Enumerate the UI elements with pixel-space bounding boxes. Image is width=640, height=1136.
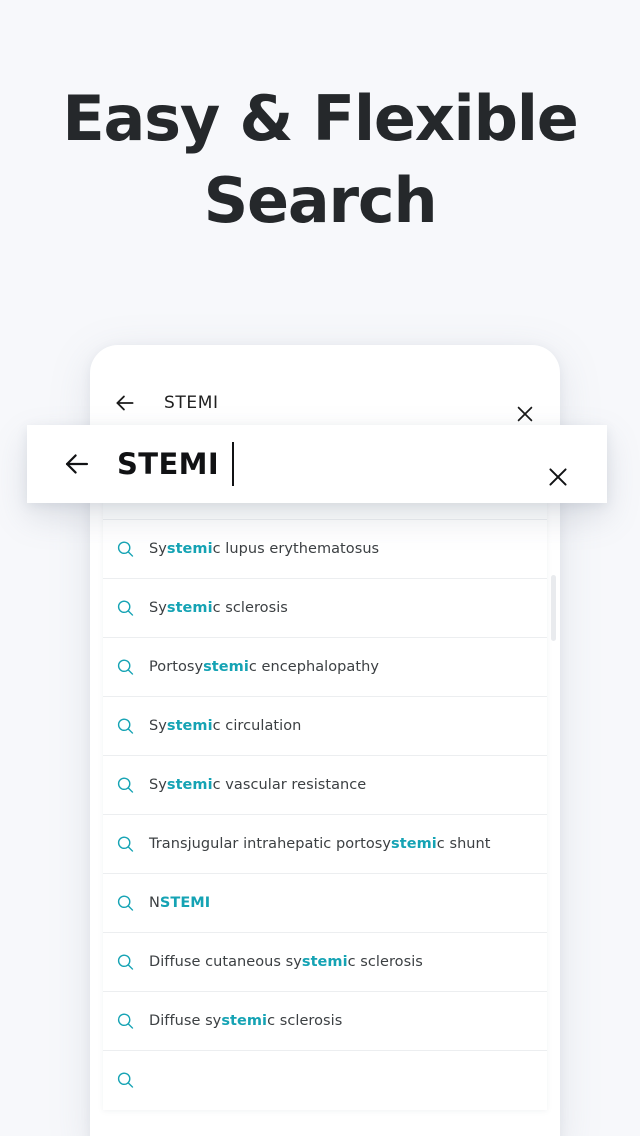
suggestions-list: STEMI Systemic lupus erythematosus Systemi… (103, 461, 547, 1110)
search-icon (117, 717, 134, 734)
suggestion-match-highlight: stemi (166, 777, 213, 793)
search-icon (117, 658, 134, 675)
suggestion-row[interactable]: Systemic lupus erythematosus (103, 520, 547, 579)
suggestion-row[interactable]: Transjugular intrahepatic portosystemic … (103, 815, 547, 874)
suggestion-label: NSTEMI (149, 895, 211, 911)
suggestion-row[interactable]: Systemic circulation (103, 697, 547, 756)
search-icon (117, 776, 134, 793)
suggestion-row[interactable]: Systemic vascular resistance (103, 756, 547, 815)
suggestion-label: Transjugular intrahepatic portosystemic … (149, 836, 491, 852)
suggestion-match-highlight: stemi (203, 659, 249, 675)
text-cursor (232, 442, 235, 486)
search-icon (117, 1072, 134, 1088)
headline-line-2: Search (203, 164, 438, 238)
suggestion-row[interactable]: Portosystemic encephalopathy (103, 638, 547, 697)
suggestion-label: Diffuse cutaneous systemic sclerosis (149, 954, 423, 970)
arrow-left-icon (65, 454, 89, 474)
suggestion-label: Systemic lupus erythematosus (149, 541, 380, 557)
suggestion-label: Portosystemic encephalopathy (149, 659, 379, 675)
suggestion-match-highlight: STEMI (159, 895, 211, 911)
promo-screen: Easy & Flexible Search STEMI SUGGESTIONS… (0, 0, 640, 1136)
suggestion-match-highlight: stemi (391, 836, 437, 852)
suggestion-match-highlight: stemi (166, 541, 213, 557)
suggestion-row[interactable]: NSTEMI (103, 874, 547, 933)
close-icon (517, 406, 533, 421)
suggestion-match-highlight: stemi (166, 718, 213, 734)
arrow-left-icon (116, 395, 134, 410)
search-icon (117, 835, 134, 852)
suggestion-match-highlight: stemi (166, 600, 213, 616)
headline-line-1: Easy & Flexible (62, 82, 579, 155)
zoomed-search-bar: STEMI (27, 425, 607, 503)
suggestion-label: Systemic circulation (149, 718, 302, 734)
search-icon (117, 894, 134, 911)
suggestion-label: Systemic vascular resistance (149, 777, 367, 793)
search-icon (117, 1012, 134, 1029)
close-icon (549, 468, 567, 486)
overlay-search-field[interactable]: STEMI (117, 442, 235, 486)
phone-back-button[interactable] (90, 390, 138, 416)
phone-search-header: STEMI (90, 375, 560, 430)
search-icon (117, 953, 134, 970)
suggestion-label: Systemic sclerosis (149, 600, 288, 616)
suggestion-label: Diffuse systemic sclerosis (149, 1013, 343, 1029)
suggestion-row[interactable]: Diffuse systemic sclerosis (103, 992, 547, 1051)
phone-search-query[interactable]: STEMI (164, 393, 219, 413)
suggestion-match-highlight: stemi (221, 1013, 268, 1029)
search-icon (117, 540, 134, 557)
suggestion-row[interactable]: Systemic sclerosis (103, 579, 547, 638)
overlay-back-button[interactable] (27, 447, 94, 481)
suggestion-row[interactable]: Diffuse cutaneous systemic sclerosis (103, 933, 547, 992)
overlay-search-value: STEMI (117, 447, 220, 481)
suggestion-match-highlight: stemi (301, 954, 348, 970)
search-icon (117, 599, 134, 616)
scrollbar-thumb[interactable] (551, 575, 556, 641)
suggestion-row[interactable] (103, 1051, 547, 1110)
page-title: Easy & Flexible Search (0, 78, 640, 243)
